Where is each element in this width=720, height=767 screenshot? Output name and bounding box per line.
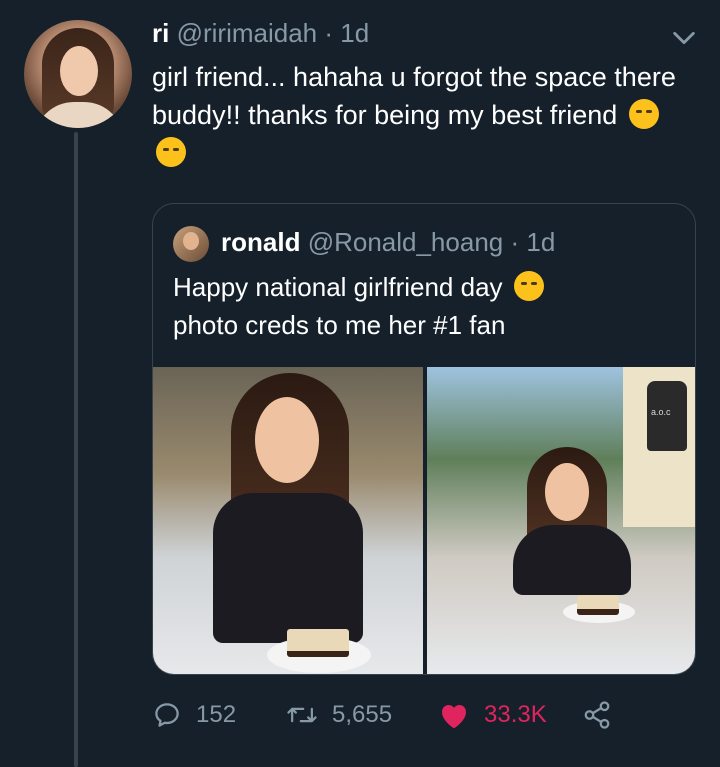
photo-1[interactable]	[153, 367, 423, 674]
retweet-icon	[287, 707, 317, 723]
avatar-face	[60, 46, 98, 96]
tweet-body: girl friend... hahaha u forgot the space…	[152, 62, 676, 130]
action-bar: 152 5,655 33.3K	[152, 693, 712, 737]
quoted-tweet[interactable]: ronald @Ronald_hoang · 1d Happy national…	[152, 203, 696, 675]
reply-icon	[155, 703, 179, 727]
photo-2-face	[545, 463, 589, 521]
timestamp[interactable]: 1d	[340, 18, 369, 48]
photo-1-dress	[213, 493, 363, 643]
avatar[interactable]	[24, 20, 132, 128]
photo-2-sign: a.o.c	[651, 407, 671, 417]
retweet-count: 5,655	[332, 701, 393, 728]
thread-line	[74, 132, 78, 767]
tweet-header: ri @ririmaidah · 1d	[152, 16, 369, 50]
tweet-text: girl friend... hahaha u forgot the space…	[152, 58, 692, 172]
photo-2-cake	[577, 595, 619, 615]
quoted-text: Happy national girlfriend day photo cred…	[173, 268, 673, 344]
relieved-face-emoji-icon	[156, 137, 186, 167]
photo-1-cake	[287, 629, 349, 657]
share-button[interactable]	[582, 693, 612, 737]
quoted-avatar[interactable]	[173, 226, 209, 262]
share-icon	[584, 701, 610, 729]
quoted-display-name[interactable]: ronald	[221, 227, 300, 257]
photo-2-dress	[513, 525, 631, 595]
quoted-timestamp[interactable]: 1d	[526, 227, 555, 257]
kissing-face-emoji-icon	[628, 99, 659, 129]
reply-count: 152	[196, 701, 237, 728]
photo-1-face	[255, 397, 319, 483]
user-handle[interactable]: @ririmaidah	[177, 18, 318, 48]
retweet-button[interactable]: 5,655	[286, 693, 392, 737]
quoted-separator-dot: ·	[510, 227, 520, 257]
reply-button[interactable]: 152	[152, 693, 236, 737]
separator-dot: ·	[324, 18, 334, 48]
chevron-down-icon[interactable]	[670, 24, 698, 52]
quoted-header: ronald @Ronald_hoang · 1d	[221, 224, 555, 260]
display-name[interactable]: ri	[152, 18, 169, 48]
quoted-text-line2: photo creds to me her #1 fan	[173, 310, 506, 340]
photo-grid: a.o.c	[153, 367, 695, 674]
like-count: 33.3K	[484, 701, 547, 728]
like-button[interactable]: 33.3K	[438, 693, 547, 737]
smiling-face-with-hearts-emoji-icon	[513, 271, 544, 301]
heart-icon	[442, 705, 466, 729]
quoted-text-line1: Happy national girlfriend day	[173, 272, 503, 302]
quoted-handle[interactable]: @Ronald_hoang	[308, 227, 504, 257]
photo-2[interactable]: a.o.c	[427, 367, 695, 674]
tweet-page: ri @ririmaidah · 1d girl friend... hahah…	[0, 0, 720, 767]
